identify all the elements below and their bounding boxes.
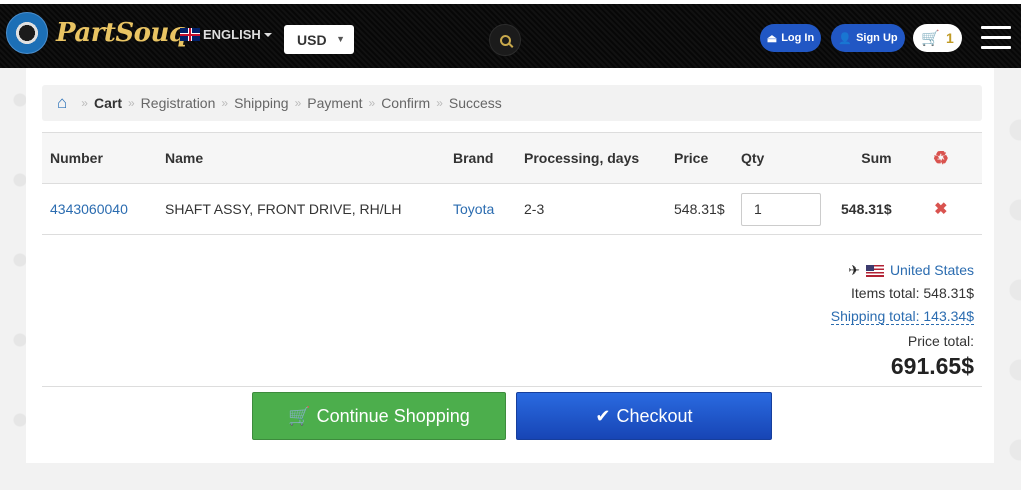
- col-sum: Sum: [833, 132, 900, 184]
- order-summary: ✈ United States Items total: 548.31$ Shi…: [830, 259, 974, 379]
- search-icon: [499, 34, 511, 46]
- part-number-link[interactable]: 4343060040: [50, 201, 128, 217]
- breadcrumb-confirm: Confirm: [381, 95, 431, 111]
- signup-button[interactable]: 👤 Sign Up: [831, 24, 905, 52]
- airplane-icon: ✈: [848, 262, 860, 278]
- home-icon[interactable]: ⌂: [57, 93, 67, 113]
- breadcrumb-separator: »: [221, 96, 229, 110]
- col-processing: Processing, days: [516, 132, 666, 184]
- breadcrumb-cart: Cart: [93, 95, 122, 111]
- cart-count: 1: [945, 30, 954, 46]
- divider: [42, 386, 982, 387]
- breadcrumb-payment: Payment: [307, 95, 363, 111]
- continue-shopping-label: Continue Shopping: [316, 405, 470, 426]
- cell-price: 548.31$: [666, 183, 733, 235]
- login-button[interactable]: ⏏ Log In: [760, 24, 821, 52]
- brand-link[interactable]: Toyota: [453, 201, 494, 217]
- country-link[interactable]: United States: [890, 259, 974, 282]
- top-header: PartSouq ENGLISH USD ▼ ⏏ Log In 👤 Sign U…: [0, 0, 1021, 68]
- language-selector[interactable]: ENGLISH: [180, 27, 272, 42]
- login-label: Log In: [781, 32, 815, 44]
- cart-icon: 🛒: [288, 405, 311, 426]
- cell-number[interactable]: 4343060040: [42, 183, 157, 235]
- breadcrumb-separator: »: [368, 96, 376, 110]
- search-button[interactable]: [489, 24, 521, 56]
- price-total-label: Price total:: [907, 333, 974, 349]
- currency-value: USD: [297, 31, 327, 48]
- delete-icon[interactable]: ✖: [934, 201, 947, 218]
- items-total: Items total: 548.31$: [851, 285, 974, 301]
- logo-text: PartSouq: [56, 18, 187, 48]
- col-qty: Qty: [733, 132, 833, 184]
- uk-flag-icon: [180, 28, 200, 41]
- cart-table: Number Name Brand Processing, days Price…: [42, 132, 982, 235]
- col-name: Name: [157, 132, 445, 184]
- cell-delete: ✖: [899, 183, 982, 235]
- col-price: Price: [666, 132, 733, 184]
- cart-icon: 🛒: [921, 30, 940, 47]
- us-flag-icon: [865, 264, 884, 277]
- breadcrumb-separator: »: [436, 96, 443, 110]
- table-header-row: Number Name Brand Processing, days Price…: [42, 132, 982, 184]
- login-icon: ⏏: [766, 32, 778, 45]
- price-total-value: 691.65$: [890, 353, 974, 379]
- table-row: 4343060040 SHAFT ASSY, FRONT DRIVE, RH/L…: [42, 183, 982, 235]
- cell-qty: [733, 183, 833, 235]
- menu-button[interactable]: [981, 26, 1011, 50]
- col-number: Number: [42, 132, 157, 184]
- cell-sum: 548.31$: [833, 183, 900, 235]
- cart-button[interactable]: 🛒 1: [913, 24, 962, 52]
- checkout-button[interactable]: ✔ Checkout: [516, 392, 772, 440]
- signup-label: Sign Up: [856, 32, 898, 44]
- cart-panel: ⌂ » Cart » Registration » Shipping » Pay…: [26, 68, 994, 463]
- select-arrow-icon: ▼: [336, 34, 345, 44]
- hamburger-icon: [981, 26, 1011, 29]
- recycle-icon[interactable]: ♻: [933, 148, 949, 168]
- user-plus-icon: 👤: [838, 32, 853, 45]
- currency-select[interactable]: USD ▼: [284, 25, 354, 54]
- logo-badge-icon: [6, 12, 48, 54]
- quantity-input[interactable]: [741, 192, 821, 226]
- col-actions: ♻: [899, 132, 982, 184]
- breadcrumb: ⌂ » Cart » Registration » Shipping » Pay…: [42, 85, 982, 121]
- breadcrumb-success: Success: [448, 95, 502, 111]
- breadcrumb-shipping: Shipping: [234, 95, 289, 111]
- shipping-total-link[interactable]: Shipping total: 143.34$: [830, 308, 974, 325]
- cell-brand[interactable]: Toyota: [445, 183, 516, 235]
- cell-name: SHAFT ASSY, FRONT DRIVE, RH/LH: [157, 183, 445, 235]
- caret-down-icon: [263, 32, 272, 37]
- logo[interactable]: PartSouq: [6, 12, 187, 54]
- breadcrumb-separator: »: [294, 96, 302, 110]
- breadcrumb-separator: »: [127, 96, 135, 110]
- cell-processing: 2-3: [516, 183, 666, 235]
- checkout-label: Checkout: [616, 405, 693, 426]
- shipping-country: ✈ United States: [831, 259, 974, 282]
- breadcrumb-separator: »: [81, 96, 88, 110]
- language-label: ENGLISH: [203, 27, 261, 42]
- col-brand: Brand: [445, 132, 516, 184]
- breadcrumb-registration: Registration: [140, 95, 216, 111]
- check-icon: ✔: [595, 405, 611, 426]
- continue-shopping-button[interactable]: 🛒 Continue Shopping: [252, 392, 506, 440]
